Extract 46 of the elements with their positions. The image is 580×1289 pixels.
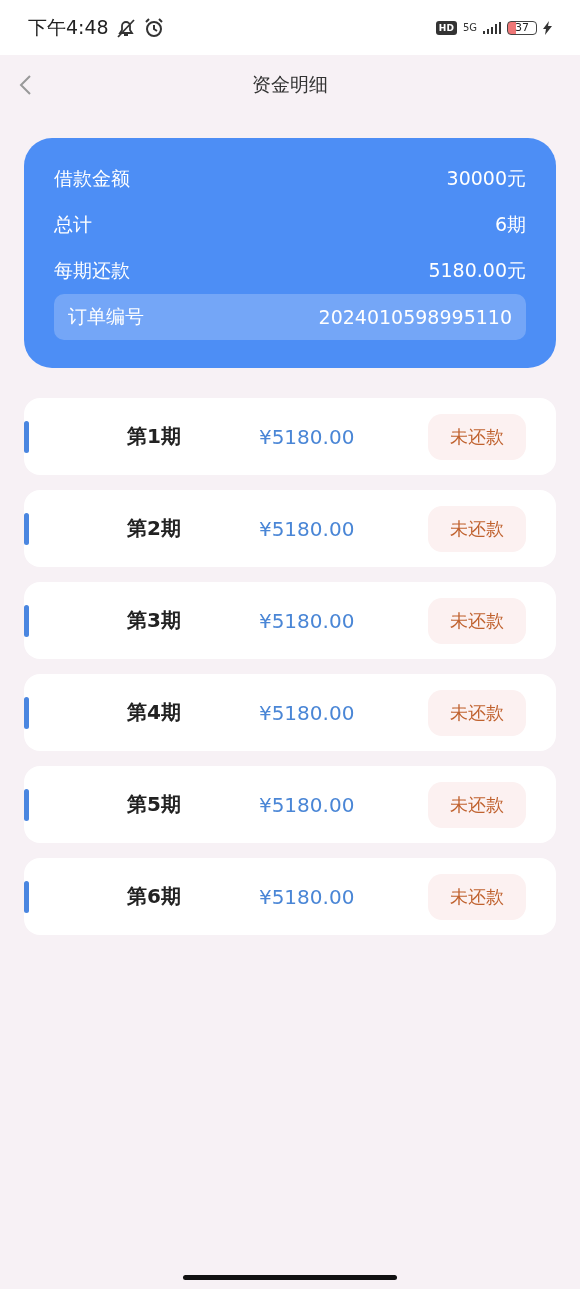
accent-bar — [24, 512, 29, 545]
installment-card[interactable]: 第5期 ¥5180.00 未还款 — [24, 766, 556, 843]
accent-bar — [24, 788, 29, 821]
period-label: 第4期 — [127, 699, 181, 726]
period-label: 第5期 — [127, 791, 181, 818]
summary-value: 5180.00元 — [428, 258, 526, 283]
summary-label: 借款金额 — [54, 166, 130, 191]
amount: ¥5180.00 — [258, 884, 355, 909]
summary-value: 6期 — [494, 212, 526, 237]
period-label: 第2期 — [127, 515, 181, 542]
order-number: 2024010598995110 — [318, 306, 512, 328]
status-tag: 未还款 — [428, 689, 526, 736]
accent-bar — [24, 696, 29, 729]
back-icon[interactable] — [18, 74, 32, 96]
summary-label: 总计 — [54, 212, 92, 237]
status-time: 下午4:48 — [28, 14, 109, 40]
installment-card[interactable]: 第2期 ¥5180.00 未还款 — [24, 490, 556, 567]
period-label: 第3期 — [127, 607, 181, 634]
period-label: 第6期 — [127, 883, 181, 910]
amount: ¥5180.00 — [258, 700, 355, 725]
accent-bar — [24, 420, 29, 453]
signal-icon — [483, 21, 501, 34]
page-title: 资金明细 — [252, 72, 328, 97]
period-label: 第1期 — [127, 423, 181, 450]
charging-icon — [543, 20, 552, 35]
installment-card[interactable]: 第4期 ¥5180.00 未还款 — [24, 674, 556, 751]
amount: ¥5180.00 — [258, 424, 355, 449]
status-tag: 未还款 — [428, 781, 526, 828]
amount: ¥5180.00 — [258, 516, 355, 541]
installment-card[interactable]: 第3期 ¥5180.00 未还款 — [24, 582, 556, 659]
hd-icon: HD — [435, 20, 457, 35]
accent-bar — [24, 880, 29, 913]
order-label: 订单编号 — [68, 304, 144, 329]
status-tag: 未还款 — [428, 413, 526, 460]
summary-value: 30000元 — [446, 166, 526, 191]
amount: ¥5180.00 — [258, 608, 355, 633]
status-tag: 未还款 — [428, 873, 526, 920]
battery-indicator: 37 — [507, 20, 537, 35]
installment-card[interactable]: 第6期 ¥5180.00 未还款 — [24, 858, 556, 935]
network-label: 5G — [462, 22, 477, 33]
amount: ¥5180.00 — [258, 792, 355, 817]
accent-bar — [24, 604, 29, 637]
installment-card[interactable]: 第1期 ¥5180.00 未还款 — [24, 398, 556, 475]
status-tag: 未还款 — [428, 597, 526, 644]
status-tag: 未还款 — [428, 505, 526, 552]
summary-label: 每期还款 — [54, 258, 130, 283]
